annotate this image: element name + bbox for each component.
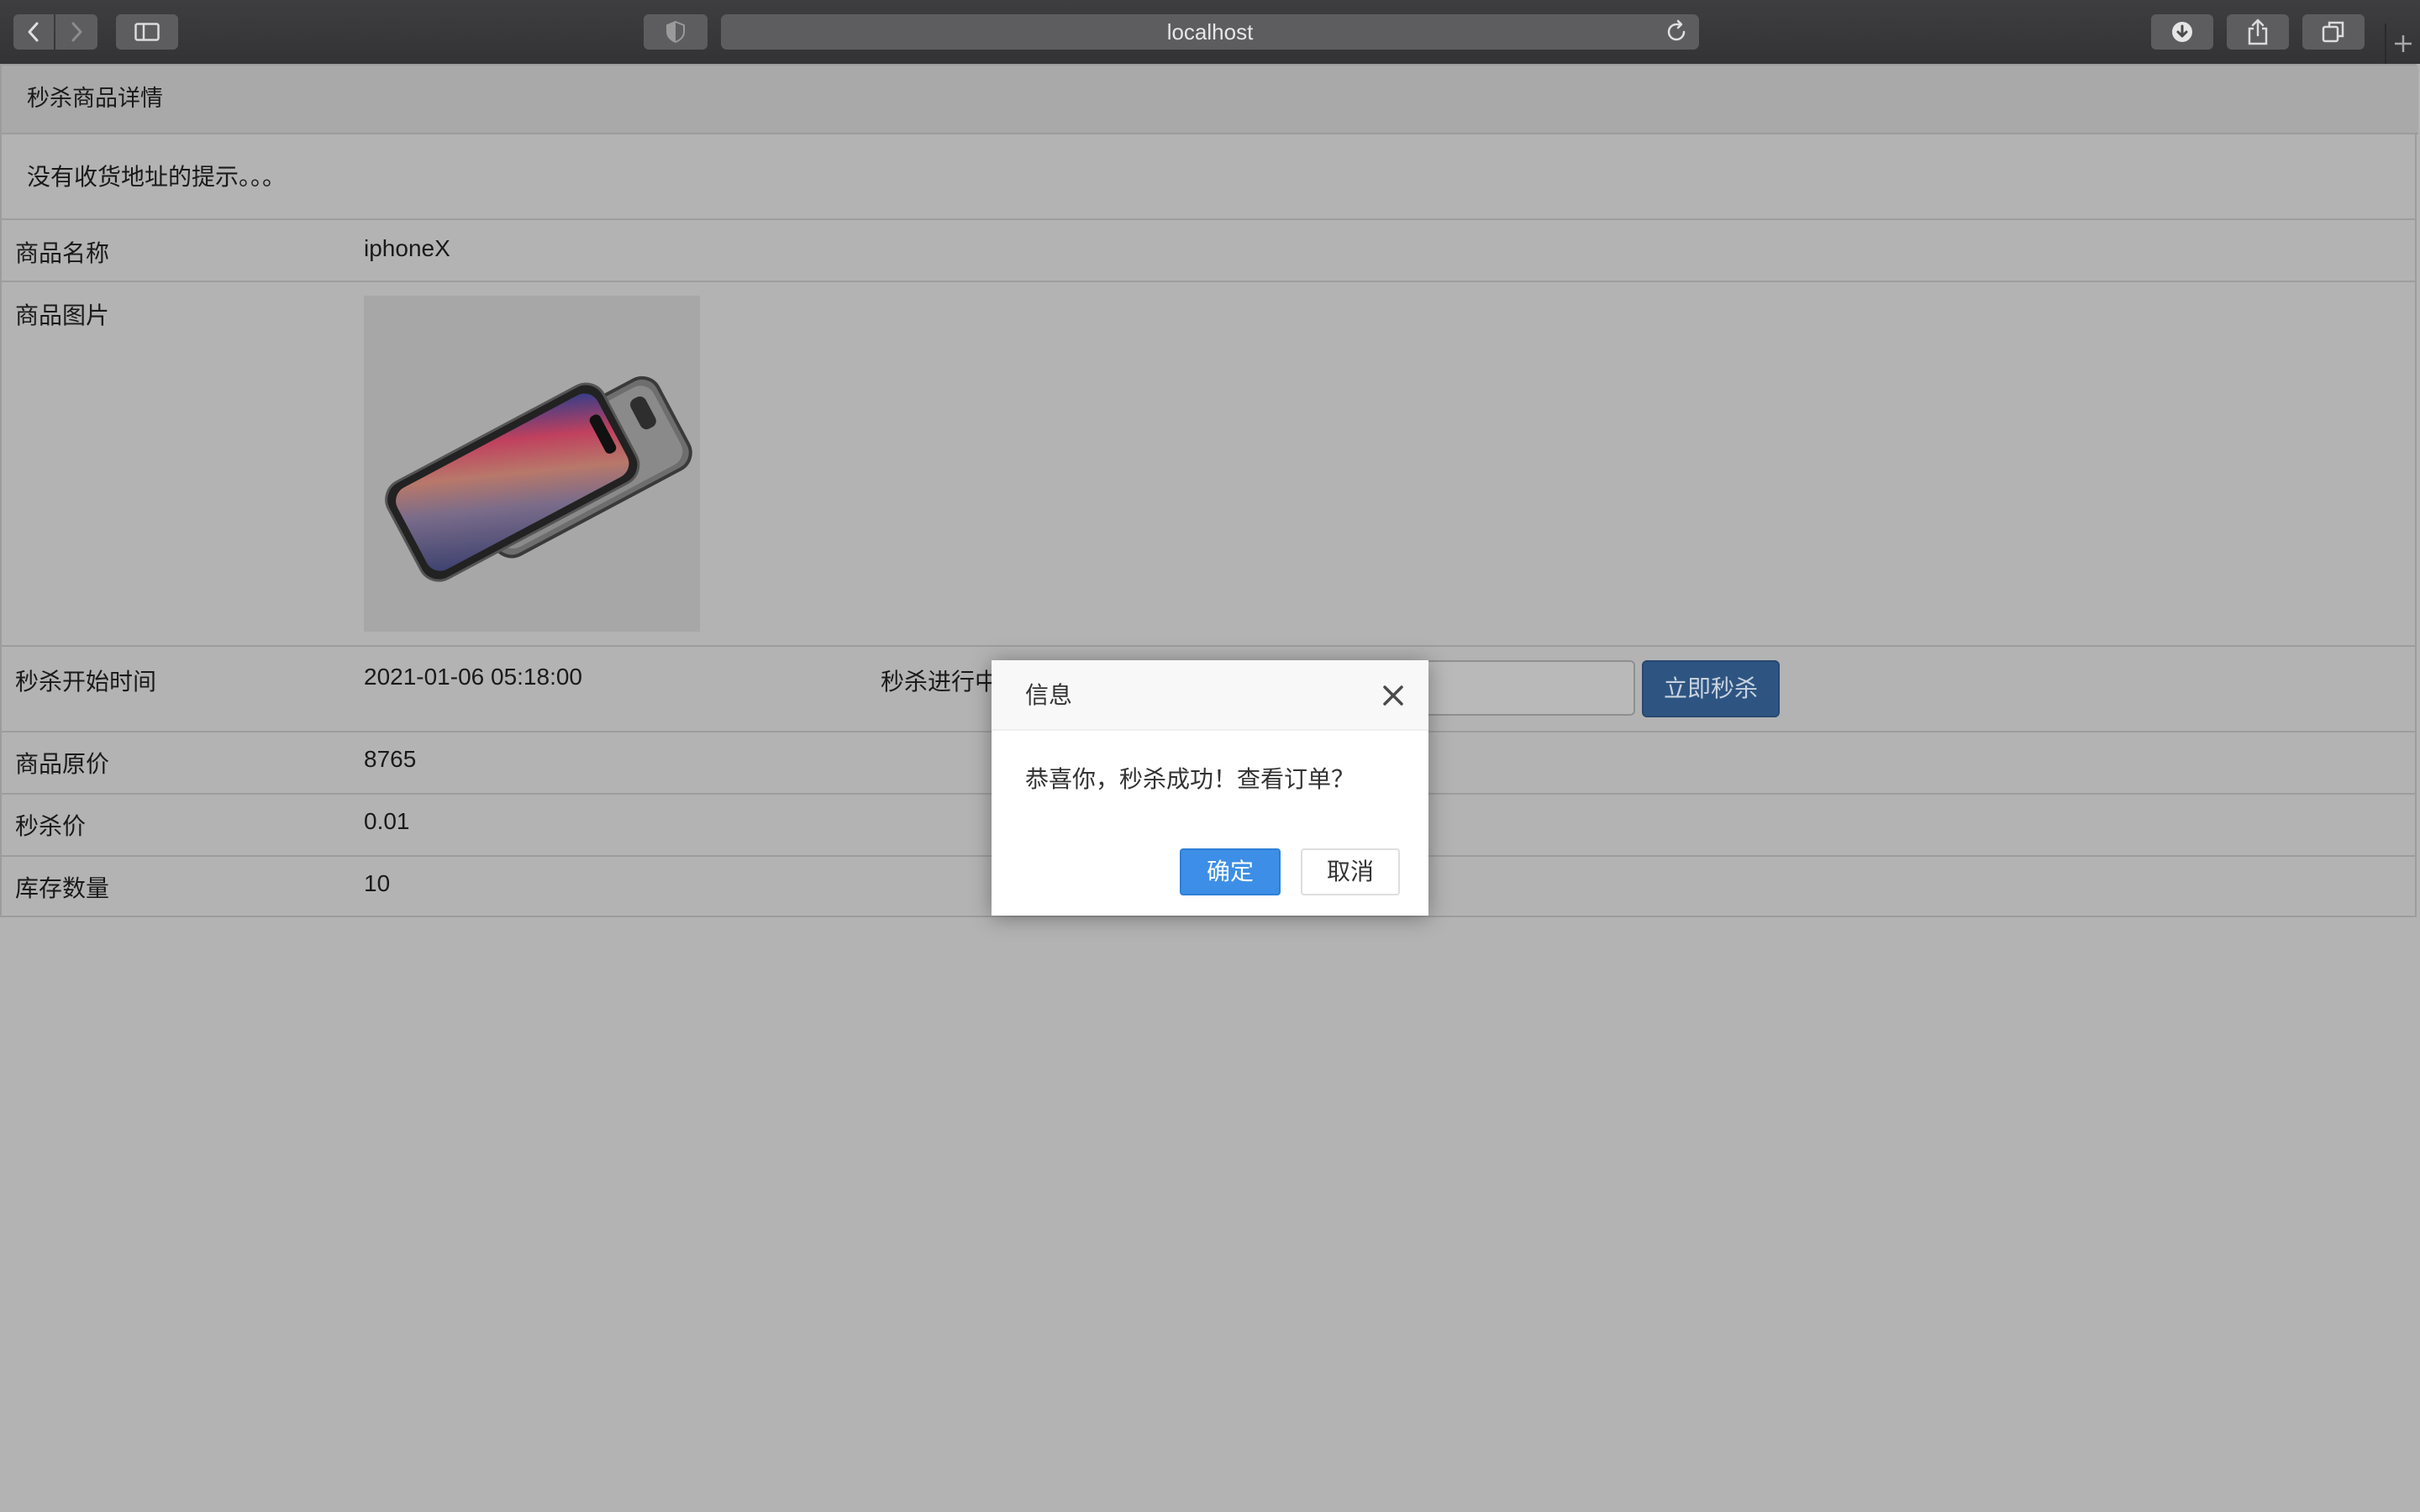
start-time-label: 秒杀开始时间 bbox=[15, 668, 157, 696]
new-tab-button[interactable] bbox=[2385, 24, 2420, 64]
stock-label: 库存数量 bbox=[15, 874, 110, 902]
cancel-button[interactable]: 取消 bbox=[1301, 848, 1400, 895]
product-image bbox=[364, 296, 700, 632]
seckill-now-button[interactable]: 立即秒杀 bbox=[1642, 660, 1780, 717]
download-icon bbox=[2172, 22, 2192, 42]
plus-icon bbox=[2395, 35, 2412, 52]
no-address-notice: 没有收货地址的提示。。。 bbox=[27, 163, 287, 191]
share-icon bbox=[2248, 18, 2268, 45]
back-button[interactable] bbox=[13, 14, 54, 50]
chevron-right-icon bbox=[71, 22, 82, 42]
confirm-dialog: 信息 恭喜你，秒杀成功！查看订单？ 确定 取消 bbox=[992, 660, 1428, 916]
stock-value: 10 bbox=[364, 870, 391, 896]
row-divider bbox=[0, 645, 2417, 647]
row-divider bbox=[0, 281, 2417, 282]
share-button[interactable] bbox=[2227, 14, 2289, 50]
url-text: localhost bbox=[1166, 18, 1254, 45]
tabs-overview-icon bbox=[2322, 21, 2344, 43]
row-divider bbox=[0, 218, 2417, 220]
dialog-message: 恭喜你，秒杀成功！查看订单？ bbox=[1025, 765, 1355, 793]
close-icon[interactable] bbox=[1381, 684, 1405, 707]
reload-icon[interactable] bbox=[1664, 19, 1689, 45]
downloads-button[interactable] bbox=[2151, 14, 2213, 50]
seckill-status-text: 秒杀进行中 bbox=[881, 668, 999, 696]
start-time-value: 2021-01-06 05:18:00 bbox=[364, 664, 582, 690]
product-name-label: 商品名称 bbox=[15, 239, 110, 267]
sidebar-icon bbox=[134, 23, 160, 41]
original-price-value: 8765 bbox=[364, 746, 417, 772]
panel-heading: 秒杀商品详情 bbox=[2, 66, 2418, 134]
sidebar-button[interactable] bbox=[116, 14, 178, 50]
confirm-button[interactable]: 确定 bbox=[1180, 848, 1281, 895]
shield-icon bbox=[666, 20, 685, 44]
original-price-label: 商品原价 bbox=[15, 750, 110, 778]
product-name-value: iphoneX bbox=[364, 235, 450, 261]
product-image-label: 商品图片 bbox=[15, 302, 110, 329]
chevron-left-icon bbox=[28, 22, 39, 42]
address-bar[interactable]: localhost bbox=[721, 14, 1699, 50]
iphone-image bbox=[385, 375, 692, 582]
privacy-report-button[interactable] bbox=[644, 14, 708, 50]
browser-toolbar: localhost bbox=[0, 0, 2420, 66]
dialog-title: 信息 bbox=[992, 660, 1428, 731]
forward-button[interactable] bbox=[55, 14, 97, 50]
seckill-price-label: 秒杀价 bbox=[15, 812, 87, 840]
tabs-overview-button[interactable] bbox=[2302, 14, 2365, 50]
seckill-price-value: 0.01 bbox=[364, 808, 410, 834]
